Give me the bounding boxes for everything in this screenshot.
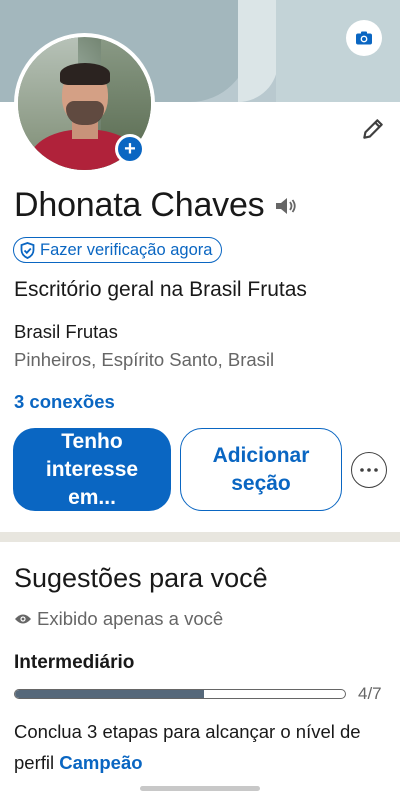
edit-banner-button[interactable] — [346, 20, 382, 56]
photo-beard — [66, 101, 104, 125]
progress-label: 4/7 — [358, 684, 382, 703]
suggestions-description: Conclua 3 etapas para alcançar o nível d… — [14, 716, 390, 778]
photo-hair — [60, 63, 110, 85]
profile-name: Dhonata Chaves — [14, 186, 265, 224]
more-actions-button[interactable] — [351, 452, 387, 488]
connections-link[interactable]: 3 conexões — [14, 391, 115, 413]
ellipsis-icon — [360, 468, 378, 472]
suggestions-title: Sugestões para você — [14, 563, 268, 593]
profile-company[interactable]: Brasil Frutas — [14, 321, 118, 343]
add-section-button[interactable]: Adicionar seção — [180, 428, 342, 511]
profile-progress-bar — [14, 689, 346, 699]
profile-headline: Escritório geral na Brasil Frutas — [14, 278, 307, 301]
banner-shape — [276, 0, 400, 102]
home-indicator[interactable] — [140, 786, 260, 791]
visibility-label: Exibido apenas a você — [37, 608, 224, 629]
pencil-icon[interactable] — [360, 116, 386, 142]
banner-shape — [238, 0, 278, 102]
camera-icon — [356, 31, 372, 45]
add-photo-button[interactable]: + — [115, 134, 145, 164]
profile-level: Intermediário — [14, 652, 135, 673]
eye-icon — [15, 614, 31, 624]
champion-link[interactable]: Campeão — [59, 752, 142, 773]
section-divider — [0, 532, 400, 542]
speaker-icon[interactable] — [274, 195, 298, 217]
name-row: Dhonata Chaves — [14, 186, 298, 225]
open-to-button[interactable]: Tenho interesse em... — [13, 428, 171, 511]
plus-icon: + — [118, 137, 142, 161]
suggestions-visibility: Exibido apenas a você — [14, 608, 223, 630]
profile-location: Pinheiros, Espírito Santo, Brasil — [14, 349, 275, 370]
progress-fill — [15, 690, 204, 698]
shield-check-icon — [20, 241, 35, 259]
verify-now-button[interactable]: Fazer verificação agora — [13, 237, 223, 263]
verify-label: Fazer verificação agora — [40, 240, 213, 259]
